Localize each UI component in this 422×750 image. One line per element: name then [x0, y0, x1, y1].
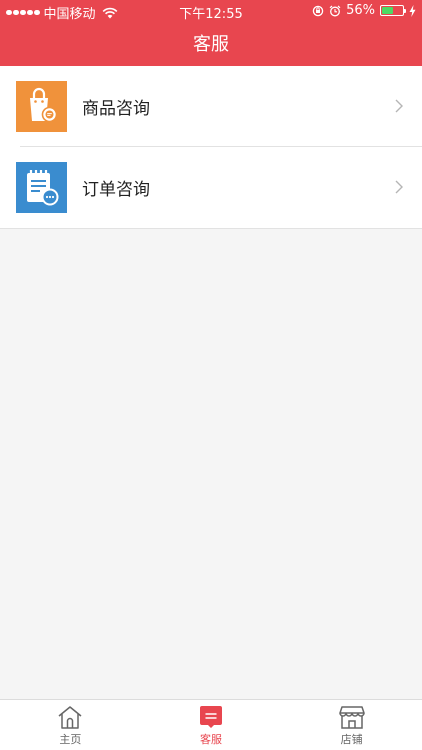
chat-icon [200, 706, 222, 728]
bottom-tab-bar: 主页 客服 店铺 [0, 699, 422, 750]
chevron-right-icon [395, 99, 403, 113]
tab-customer-service[interactable]: 客服 [141, 700, 282, 750]
tab-label: 店铺 [340, 733, 363, 746]
status-bar: 中国移动 下午12:55 56% [0, 0, 422, 22]
tab-label: 客服 [200, 733, 222, 746]
tab-home[interactable]: 主页 [0, 700, 141, 750]
header-bar: 中国移动 下午12:55 56% 客服 [0, 0, 422, 66]
alarm-icon [329, 5, 341, 16]
service-menu-list: 商品咨询 订单咨询 [0, 66, 422, 229]
page-title: 客服 [193, 34, 229, 55]
store-icon [338, 706, 365, 729]
shopping-bag-icon [16, 81, 67, 132]
chevron-right-icon [395, 180, 403, 194]
status-right: 56% [312, 3, 416, 18]
rotation-lock-icon [312, 5, 324, 16]
order-list-icon [16, 162, 67, 213]
menu-item-order-inquiry[interactable]: 订单咨询 [0, 146, 422, 228]
battery-icon [380, 5, 406, 16]
battery-level-fill [382, 7, 393, 14]
charging-bolt-icon [409, 4, 416, 17]
menu-item-label: 商品咨询 [82, 99, 150, 119]
menu-item-label: 订单咨询 [82, 180, 150, 200]
tab-label: 主页 [59, 733, 82, 746]
tab-store[interactable]: 店铺 [281, 700, 422, 750]
menu-item-product-inquiry[interactable]: 商品咨询 [0, 66, 422, 147]
battery-percent: 56% [346, 3, 375, 18]
home-icon [58, 706, 82, 729]
